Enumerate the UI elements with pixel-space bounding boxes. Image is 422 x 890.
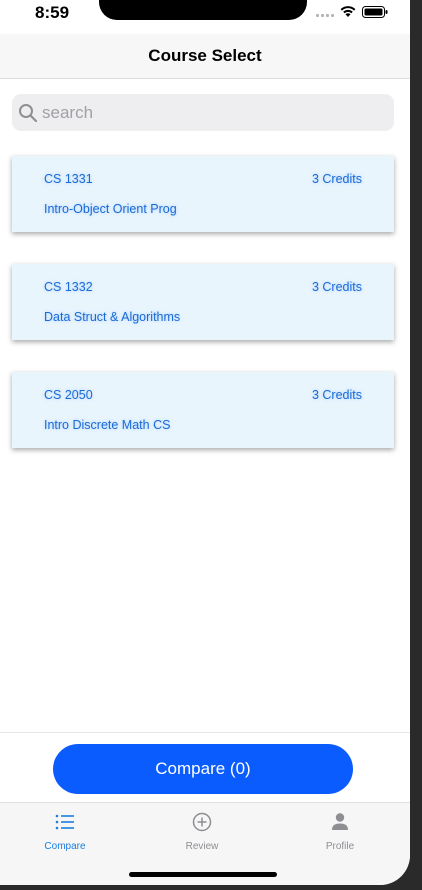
wifi-icon: [340, 6, 356, 17]
course-card[interactable]: CS 2050 3 Credits Intro Discrete Math CS: [12, 372, 394, 448]
course-card[interactable]: CS 1332 3 Credits Data Struct & Algorith…: [12, 264, 394, 340]
search-icon: [19, 103, 38, 122]
device-frame: 8:59 Course Select search CS 1331 3 Cred…: [0, 0, 422, 890]
course-code: CS 2050: [44, 388, 93, 402]
status-time: 8:59: [35, 3, 70, 22]
page-title: Course Select: [148, 46, 262, 65]
tab-compare[interactable]: Compare: [15, 811, 115, 861]
tab-label: Compare: [44, 841, 86, 852]
course-name: Intro Discrete Math CS: [44, 418, 171, 432]
course-code: CS 1332: [44, 280, 93, 294]
course-name: Data Struct & Algorithms: [44, 310, 181, 324]
course-code: CS 1331: [44, 172, 93, 186]
tab-profile[interactable]: Profile: [290, 811, 390, 861]
person-icon: [332, 813, 348, 830]
course-credits: 3 Credits: [311, 388, 362, 402]
tab-label: Profile: [325, 841, 355, 852]
battery-icon: [362, 6, 388, 18]
search-input[interactable]: [42, 102, 372, 123]
compare-footer: Compare (0): [0, 732, 410, 802]
plus-circle-icon: [192, 812, 212, 832]
navigation-bar: Course Select: [0, 34, 410, 79]
compare-button[interactable]: Compare (0): [53, 744, 353, 794]
course-name: Intro-Object Orient Prog: [44, 202, 177, 216]
search-bar[interactable]: [12, 94, 394, 131]
status-bar: 8:59: [0, 0, 410, 34]
app-screen: 8:59 Course Select search CS 1331 3 Cred…: [0, 0, 410, 885]
device-notch: [99, 0, 307, 20]
course-card[interactable]: CS 1331 3 Credits Intro-Object Orient Pr…: [12, 156, 394, 232]
cellular-signal-icon: [316, 9, 336, 17]
course-credits: 3 Credits: [311, 280, 362, 294]
course-credits: 3 Credits: [311, 172, 362, 186]
list-icon: [55, 814, 74, 830]
tab-review[interactable]: Review: [152, 811, 252, 861]
tab-label: Review: [185, 841, 219, 852]
home-indicator: [129, 872, 277, 877]
